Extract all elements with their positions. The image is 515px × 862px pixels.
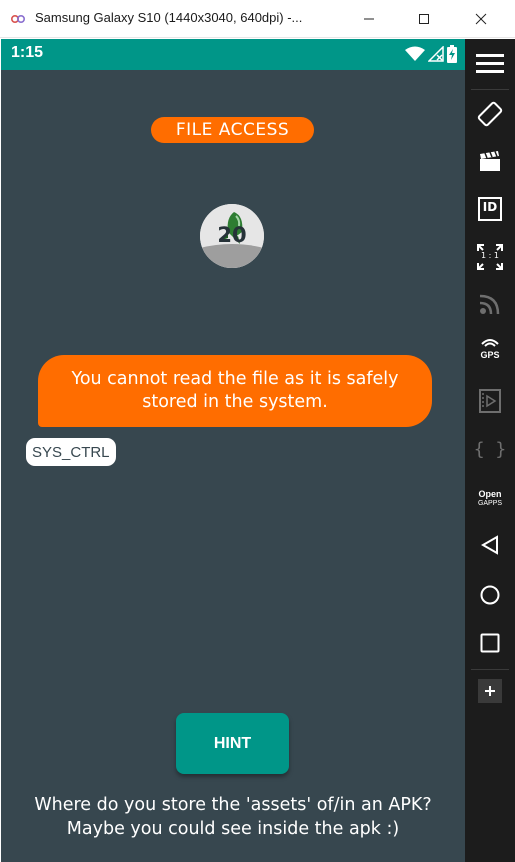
overview-square-icon: [480, 633, 500, 653]
device-id-label: ID: [482, 200, 498, 214]
wifi-icon: [405, 46, 425, 61]
window-titlebar: Samsung Galaxy S10 (1440x3040, 640dpi) -…: [0, 0, 515, 38]
device-screen: 1:15 FILE ACCESS 20 You cannot read the …: [1, 39, 465, 862]
window-title: Samsung Galaxy S10 (1440x3040, 640dpi) -…: [35, 10, 303, 25]
back-triangle-icon: [481, 535, 498, 555]
resize-label: 1 : 1: [481, 251, 499, 260]
gps-button[interactable]: GPS: [465, 331, 515, 371]
minimize-icon: [364, 18, 374, 20]
message-bubble: You cannot read the file as it is safely…: [38, 355, 432, 427]
gps-signal-icon: [481, 339, 499, 347]
film-play-icon: [479, 389, 501, 413]
opengapps-label-top: Open: [478, 489, 502, 499]
opengapps-label-bottom: GAPPS: [477, 500, 503, 507]
hint-line-1: Where do you store the 'assets' of/in an…: [34, 795, 432, 815]
plus-icon: [478, 679, 502, 703]
toolbar-divider-2: [471, 669, 509, 670]
hint-button[interactable]: HINT: [176, 713, 289, 774]
gps-label: GPS: [480, 350, 500, 360]
overview-button[interactable]: [465, 623, 515, 663]
menu-button[interactable]: [465, 43, 515, 83]
home-circle-icon: [480, 585, 500, 605]
maximize-icon: [419, 14, 429, 24]
maximize-button[interactable]: [401, 0, 447, 38]
braces-icon: { }: [473, 438, 507, 460]
close-icon: [475, 13, 487, 25]
status-icons: [405, 45, 457, 63]
avatar-badge-number: 20: [217, 223, 247, 247]
more-button[interactable]: [465, 671, 515, 711]
media-button[interactable]: [465, 381, 515, 421]
resize-button[interactable]: 1 : 1: [465, 237, 515, 277]
status-bar: 1:15: [1, 39, 465, 70]
rotate-button[interactable]: [465, 94, 515, 134]
app-logo-icon: [10, 15, 26, 24]
hint-text: Where do you store the 'assets' of/in an…: [1, 793, 465, 841]
close-button[interactable]: [458, 0, 504, 38]
cast-icon: [479, 294, 500, 315]
home-button[interactable]: [465, 575, 515, 615]
sender-label: SYS_CTRL: [26, 438, 116, 466]
screen-record-button[interactable]: [465, 141, 515, 181]
back-button[interactable]: [465, 525, 515, 565]
toolbar-divider: [471, 89, 509, 90]
cast-button[interactable]: [465, 284, 515, 324]
no-signal-icon: [428, 46, 444, 62]
page-title: FILE ACCESS: [151, 117, 314, 143]
device-id-button[interactable]: ID: [465, 189, 515, 229]
battery-charging-icon: [447, 45, 457, 63]
opengapps-icon: Open GAPPS: [478, 490, 502, 508]
hint-line-2: Maybe you could see inside the apk :): [66, 819, 400, 839]
menu-icon: [476, 54, 504, 73]
message-text: You cannot read the file as it is safely…: [71, 369, 399, 412]
emulator-toolbar: ID 1 : 1 GPS { } Open GAPPS: [465, 39, 515, 862]
status-time: 1:15: [11, 44, 44, 61]
opengapps-button[interactable]: Open GAPPS: [465, 479, 515, 519]
avatar: 20: [200, 204, 264, 268]
minimize-button[interactable]: [346, 0, 392, 38]
rotate-icon: [477, 101, 503, 127]
javascript-button[interactable]: { }: [465, 429, 515, 469]
clapperboard-icon: [480, 151, 500, 171]
